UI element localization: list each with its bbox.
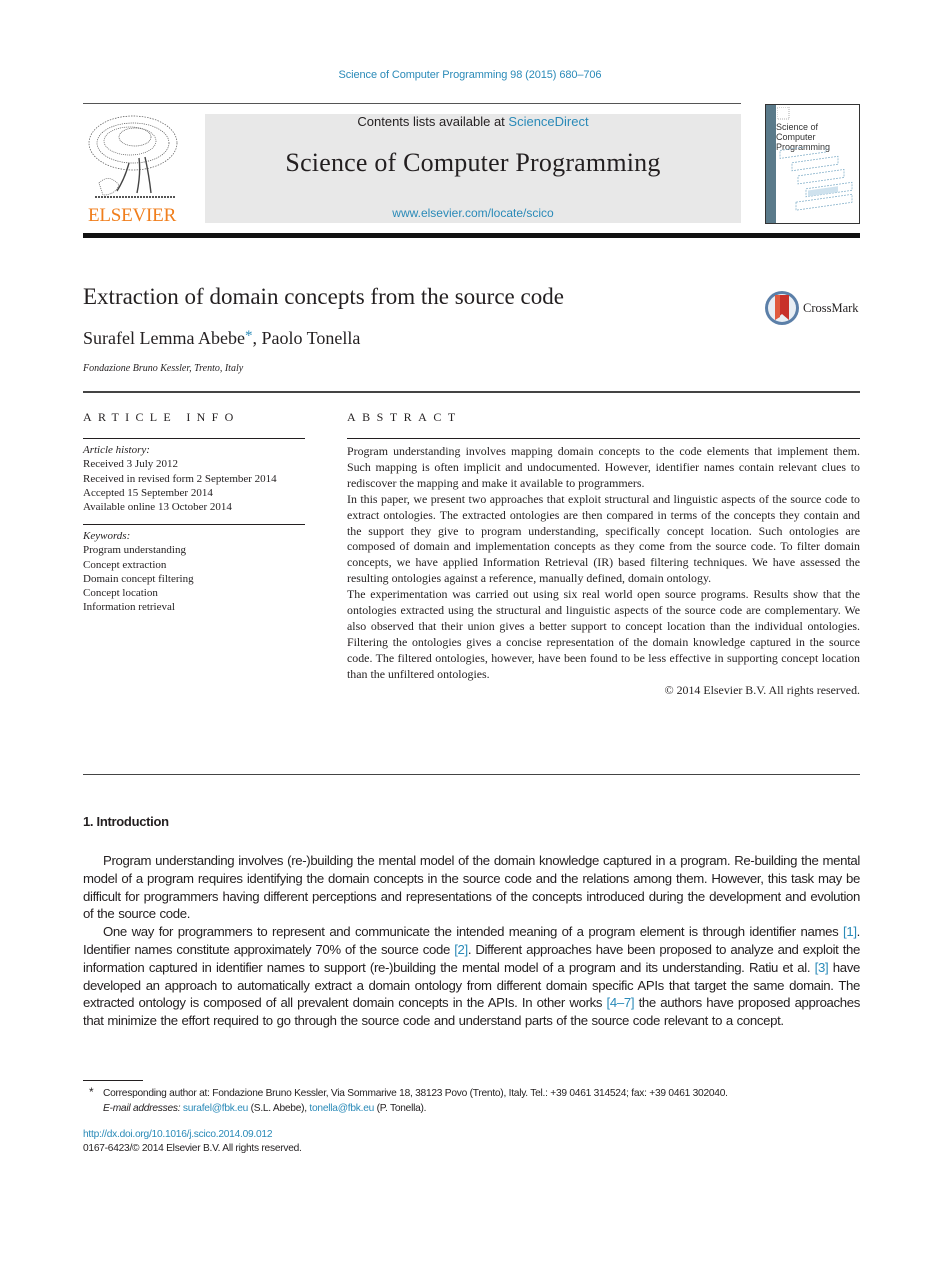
section-divider: [83, 774, 860, 775]
abstract-paragraph: Program understanding involves mapping d…: [347, 444, 860, 490]
keyword-item: Concept extraction: [83, 558, 167, 571]
cover-emblem-icon: [777, 107, 790, 120]
author-name[interactable]: Paolo Tonella: [261, 328, 360, 348]
article-title: Extraction of domain concepts from the s…: [83, 284, 564, 309]
doi-link[interactable]: http://dx.doi.org/10.1016/j.scico.2014.0…: [83, 1129, 273, 1140]
email-link[interactable]: tonella@fbk.eu: [309, 1103, 374, 1114]
journal-masthead: Contents lists available at ScienceDirec…: [205, 114, 741, 223]
header-rule: [83, 103, 741, 104]
keyword-item: Information retrieval: [83, 601, 175, 614]
text-run: One way for programmers to represent and…: [103, 924, 844, 940]
footnote: * Corresponding author at: Fondazione Bru…: [83, 1085, 860, 1116]
citation-link[interactable]: [3]: [815, 960, 829, 975]
issn-copyright: 0167-6423/© 2014 Elsevier B.V. All right…: [83, 1143, 302, 1154]
author-name[interactable]: Surafel Lemma Abebe: [83, 328, 245, 348]
section-divider: [83, 391, 860, 393]
introduction-body: Program understanding involves (re-)buil…: [83, 852, 860, 1030]
body-paragraph: Program understanding involves (re-)buil…: [83, 853, 860, 922]
author-list: Surafel Lemma Abebe*, Paolo Tonella: [83, 328, 360, 349]
abstract-copyright: © 2014 Elsevier B.V. All rights reserved…: [664, 682, 860, 697]
crossmark-button[interactable]: CrossMark: [764, 290, 864, 328]
contents-availability: Contents lists available at ScienceDirec…: [205, 114, 741, 129]
history-item: Received in revised form 2 September 201…: [83, 472, 277, 485]
body-paragraph: One way for programmers to represent and…: [83, 923, 860, 1030]
history-item: Accepted 15 September 2014: [83, 486, 213, 499]
citation-link[interactable]: [4–7]: [607, 995, 635, 1010]
email-link[interactable]: surafel@fbk.eu: [183, 1103, 248, 1114]
section-heading-introduction: 1. Introduction: [83, 814, 169, 829]
abstract-rule: [347, 438, 860, 439]
email-owner: (P. Tonella).: [374, 1103, 427, 1114]
keyword-item: Concept location: [83, 587, 158, 600]
masthead-thick-rule: [83, 233, 860, 238]
cover-spine: [766, 105, 776, 223]
journal-cover-thumbnail[interactable]: Science of Computer Programming: [765, 104, 860, 224]
journal-title: Science of Computer Programming: [285, 148, 661, 177]
crossmark-icon: [765, 291, 799, 325]
abstract-body: Program understanding involves mapping d…: [347, 444, 860, 699]
article-info-heading: ARTICLE INFO: [83, 410, 240, 424]
history-item: Available online 13 October 2014: [83, 501, 232, 514]
email-label: E-mail addresses:: [103, 1103, 183, 1114]
citation-link[interactable]: [1]: [843, 924, 857, 939]
keywords: Keywords: Program understanding Concept …: [83, 529, 194, 615]
journal-reference-link[interactable]: Science of Computer Programming 98 (2015…: [0, 69, 935, 81]
email-owner: (S.L. Abebe),: [248, 1103, 310, 1114]
article-info-rule: [83, 524, 305, 525]
article-history: Article history: Received 3 July 2012 Re…: [83, 443, 277, 514]
keyword-item: Program understanding: [83, 544, 186, 557]
abstract-paragraph: In this paper, we present two approaches…: [347, 491, 860, 586]
sciencedirect-link[interactable]: ScienceDirect: [508, 114, 588, 129]
cover-illustration-icon: [779, 147, 853, 211]
elsevier-logo[interactable]: ELSEVIER: [83, 113, 181, 226]
journal-homepage-link[interactable]: www.elsevier.com/locate/scico: [205, 206, 741, 220]
keyword-item: Domain concept filtering: [83, 572, 194, 585]
abstract-paragraph: The experimentation was carried out usin…: [347, 587, 860, 681]
citation-link[interactable]: [2]: [454, 942, 468, 957]
article-info-rule: [83, 438, 305, 439]
footnote-rule: [83, 1080, 143, 1081]
affiliation: Fondazione Bruno Kessler, Trento, Italy: [83, 363, 244, 374]
article-history-label: Article history:: [83, 444, 150, 456]
contents-prefix: Contents lists available at: [357, 114, 509, 129]
abstract-heading: ABSTRACT: [347, 410, 462, 424]
history-item: Received 3 July 2012: [83, 458, 179, 471]
corresponding-author-note: Corresponding author at: Fondazione Brun…: [103, 1088, 728, 1099]
footnote-mark: *: [89, 1085, 94, 1099]
elsevier-wordmark: ELSEVIER: [87, 205, 177, 226]
crossmark-label: CrossMark: [803, 301, 859, 315]
keywords-label: Keywords:: [83, 530, 131, 542]
elsevier-tree-icon: [85, 113, 179, 203]
